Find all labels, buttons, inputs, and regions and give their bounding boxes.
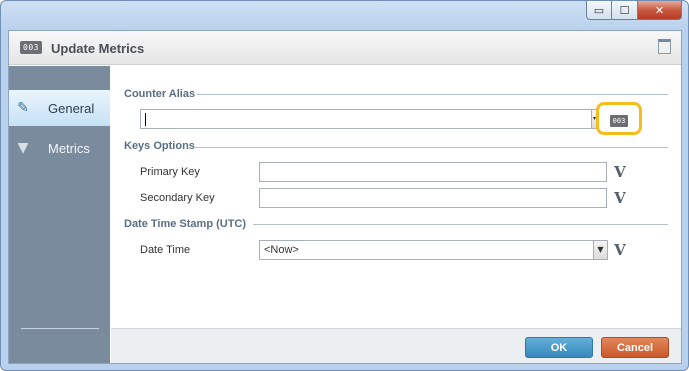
secondary-key-input[interactable] [259, 188, 607, 208]
sidebar: ✎ General ▼ Metrics [9, 66, 110, 363]
sidebar-item-label: Metrics [48, 140, 90, 156]
section-divider [197, 94, 668, 95]
window-controls: ▭ ☐ ✕ [586, 1, 682, 21]
maximize-icon: ☐ [619, 3, 630, 17]
sidebar-item-label: General [48, 100, 95, 116]
section-divider [253, 224, 668, 225]
dialog-header: 003 Update Metrics [9, 31, 681, 65]
chevron-down-icon[interactable]: ▼ [593, 241, 607, 259]
dialog: 003 Update Metrics ✎ General ▼ Metrics C… [8, 30, 682, 364]
dialog-title: Update Metrics [51, 41, 145, 56]
text-caret [145, 113, 146, 126]
primary-key-label: Primary Key [140, 166, 200, 178]
sidebar-item-general[interactable]: ✎ General [9, 90, 110, 126]
date-time-select[interactable]: <Now> ▼ [259, 240, 608, 260]
minimize-button[interactable]: ▭ [586, 1, 612, 20]
funnel-icon: ▼ [17, 140, 29, 156]
sidebar-divider [21, 328, 99, 329]
ok-button[interactable]: OK [525, 337, 593, 358]
minimize-icon: ▭ [593, 3, 605, 17]
section-divider [195, 147, 668, 148]
counter-alias-title: Counter Alias [124, 88, 196, 100]
cancel-button[interactable]: Cancel [601, 337, 669, 358]
keys-options-title: Keys Options [124, 140, 195, 152]
dialog-footer: OK Cancel [111, 328, 681, 363]
close-button[interactable]: ✕ [638, 1, 682, 20]
primary-key-input[interactable] [259, 162, 607, 182]
window-frame: ▭ ☐ ✕ 003 Update Metrics ✎ General ▼ Met… [0, 0, 689, 371]
variable-icon[interactable]: V [610, 188, 630, 208]
counter-alias-combo[interactable]: ▾ [140, 109, 598, 129]
date-time-value: <Now> [264, 244, 299, 256]
close-icon: ✕ [654, 3, 665, 17]
counter-icon: 003 [20, 41, 42, 54]
edit-icon: ✎ [17, 100, 29, 116]
variable-icon[interactable]: V [610, 240, 630, 260]
maximize-button[interactable]: ☐ [612, 1, 638, 20]
secondary-key-label: Secondary Key [140, 192, 215, 204]
counter-picker-icon[interactable]: 003 [610, 115, 628, 127]
date-time-stamp-title: Date Time Stamp (UTC) [124, 218, 247, 230]
sidebar-item-metrics[interactable]: ▼ Metrics [9, 130, 110, 166]
variable-icon[interactable]: V [610, 162, 630, 182]
date-time-label: Date Time [140, 244, 191, 256]
note-icon[interactable] [658, 39, 671, 54]
